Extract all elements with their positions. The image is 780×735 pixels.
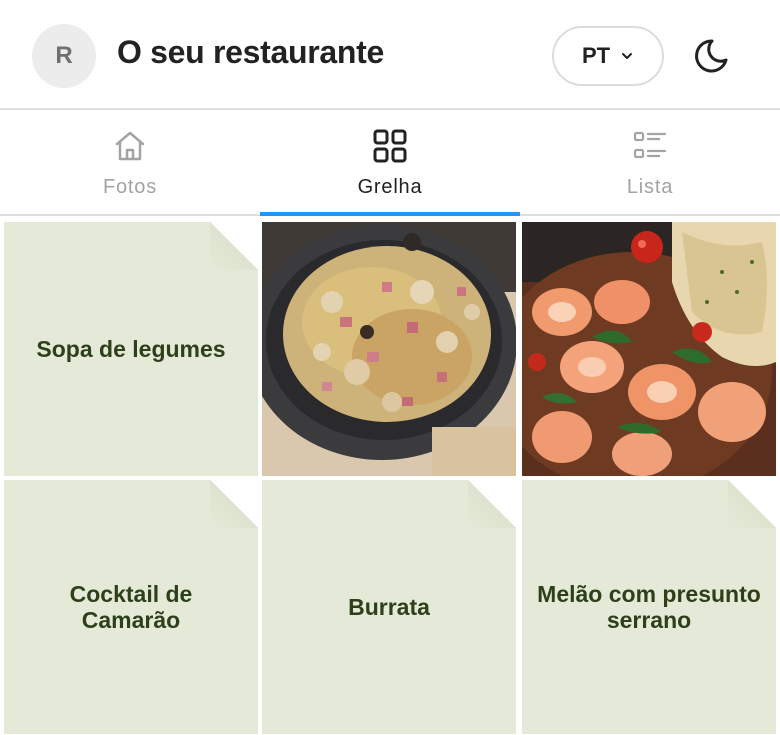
- item-name: Melão com presunto serrano: [537, 581, 761, 633]
- tab-lista-label: Lista: [626, 176, 674, 198]
- corner-fold: [210, 480, 258, 528]
- moon-icon: [695, 39, 728, 73]
- dish-photo-garlic-shrimp: [522, 222, 776, 476]
- page-title: O seu restaurante: [117, 34, 385, 70]
- tab-grelha[interactable]: Grelha: [260, 112, 520, 216]
- grid-item-photo[interactable]: [262, 222, 516, 476]
- chevron-down-icon: [622, 53, 633, 59]
- item-name: Cocktail de Camarão: [69, 581, 193, 633]
- grid-item[interactable]: Sopa de legumes: [4, 222, 258, 476]
- grid-icon: [373, 129, 407, 163]
- dish-photo-mushroom-skillet: [262, 222, 516, 476]
- tab-grelha-label: Grelha: [357, 176, 423, 198]
- item-name: Sopa de legumes: [36, 336, 226, 362]
- language-label: PT: [581, 43, 611, 68]
- list-icon: [633, 131, 667, 159]
- corner-fold: [468, 480, 516, 528]
- app-header: R O seu restaurante PT: [0, 0, 780, 110]
- corner-fold: [210, 222, 258, 270]
- menu-grid: Sopa de legumes Cocktail de Camarão Burr…: [0, 218, 780, 735]
- grid-item-photo[interactable]: [522, 222, 776, 476]
- grid-item[interactable]: Melão com presunto serrano: [522, 480, 776, 734]
- item-name: Burrata: [348, 594, 430, 620]
- active-tab-indicator: [260, 212, 520, 216]
- corner-fold: [728, 480, 776, 528]
- view-tabs: Fotos Grelha Lista: [0, 112, 780, 216]
- tab-lista[interactable]: Lista: [520, 112, 780, 216]
- grid-item[interactable]: Burrata: [262, 480, 516, 734]
- language-selector[interactable]: PT: [552, 26, 664, 86]
- grid-item[interactable]: Cocktail de Camarão: [4, 480, 258, 734]
- tab-fotos-label: Fotos: [102, 176, 158, 198]
- tab-fotos[interactable]: Fotos: [0, 112, 260, 216]
- theme-toggle-button[interactable]: [688, 34, 732, 78]
- avatar[interactable]: R: [32, 24, 96, 88]
- home-icon: [115, 131, 145, 161]
